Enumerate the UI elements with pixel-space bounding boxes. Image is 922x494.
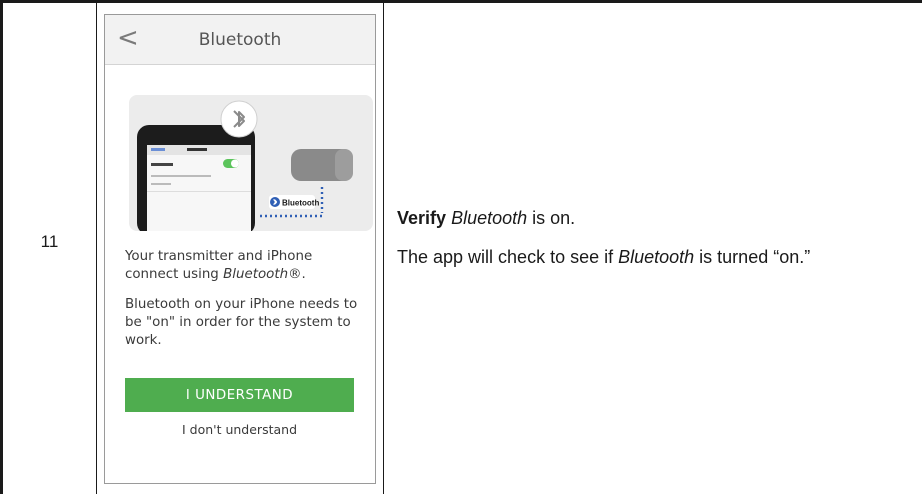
- connect-paragraph-end: .: [301, 267, 306, 282]
- table-column-divider-2: [383, 0, 384, 494]
- bluetooth-icon: [220, 100, 258, 138]
- step-number: 11: [40, 232, 59, 251]
- verify-rest: is on.: [527, 208, 576, 228]
- bluetooth-badge-label: Bluetooth: [282, 199, 319, 208]
- bluetooth-badge-icon: Bluetooth: [269, 195, 319, 209]
- nav-title: Bluetooth: [198, 30, 282, 50]
- verify-instruction: Verify Bluetooth is on.: [397, 208, 907, 229]
- phone-screenshot: < Bluetooth Bluetooth Your transmitter a…: [104, 14, 376, 484]
- nav-bar: < Bluetooth: [105, 15, 375, 65]
- check-bluetooth-word: Bluetooth: [618, 247, 695, 267]
- verify-word: Verify: [397, 208, 447, 228]
- illustration-graphic: Bluetooth: [137, 100, 353, 231]
- check-instruction: The app will check to see if Bluetooth i…: [397, 246, 897, 268]
- connect-paragraph: Your transmitter and iPhone connect usin…: [125, 248, 365, 284]
- connect-paragraph-bluetooth: Bluetooth®: [223, 267, 302, 282]
- i-dont-understand-link[interactable]: I don't understand: [125, 422, 354, 437]
- check-start: The app will check to see if: [397, 247, 619, 267]
- bluetooth-illustration: Bluetooth: [129, 95, 373, 231]
- iphone-icon: [137, 125, 255, 231]
- i-understand-button[interactable]: I UNDERSTAND: [125, 378, 354, 412]
- instruction-table: 11 < Bluetooth Bluetooth Your transmitte…: [0, 0, 922, 494]
- toggle-icon: [223, 159, 239, 168]
- bluetooth-requirement-paragraph: Bluetooth on your iPhone needs to be "on…: [125, 297, 358, 348]
- table-top-rule: [0, 0, 922, 3]
- verify-bluetooth-word: Bluetooth: [451, 208, 528, 228]
- transmitter-icon: [291, 149, 353, 181]
- check-end: is turned “on.”: [694, 247, 811, 267]
- table-column-divider-1: [96, 0, 97, 494]
